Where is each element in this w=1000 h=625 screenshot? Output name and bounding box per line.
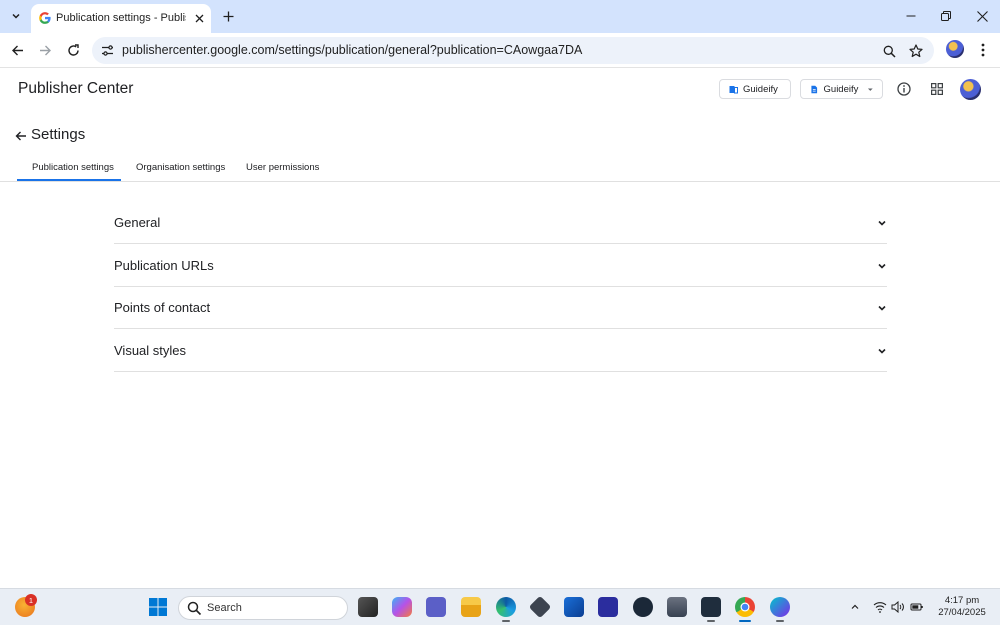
- search-label: Search: [207, 602, 242, 614]
- section-general[interactable]: General: [114, 201, 887, 244]
- search-icon: [187, 601, 202, 616]
- app-hexagon-icon[interactable]: [528, 595, 552, 619]
- account-avatar[interactable]: [960, 79, 981, 100]
- reload-icon[interactable]: [63, 40, 83, 60]
- settings-tabs: Publication settings Organisation settin…: [0, 152, 1000, 182]
- chrome-browser-icon[interactable]: [735, 597, 755, 617]
- running-indicator: [502, 620, 510, 622]
- apps-grid-icon[interactable]: [928, 80, 946, 98]
- copilot-icon[interactable]: [392, 597, 412, 617]
- battery-icon[interactable]: [910, 600, 924, 614]
- section-visual-styles[interactable]: Visual styles: [114, 329, 887, 372]
- canva-icon[interactable]: [770, 597, 790, 617]
- running-indicator: [776, 620, 784, 622]
- show-hidden-icons-chevron-up-icon[interactable]: [848, 600, 862, 614]
- browser-tab-active[interactable]: Publication settings - Publisher Center: [31, 4, 211, 33]
- chevron-down-icon[interactable]: [875, 216, 889, 230]
- chrome-profile-avatar[interactable]: [946, 40, 964, 58]
- active-app-indicator: [739, 620, 751, 622]
- steam-icon[interactable]: [633, 597, 653, 617]
- publication-icon: [729, 85, 738, 93]
- chevron-down-icon[interactable]: [875, 259, 889, 273]
- volume-icon[interactable]: [891, 600, 905, 614]
- chevron-down-icon[interactable]: [875, 344, 889, 358]
- section-label: Publication URLs: [114, 258, 214, 273]
- tab-organisation-settings[interactable]: Organisation settings: [136, 162, 225, 173]
- back-arrow-icon[interactable]: [13, 128, 29, 144]
- url-text: publishercenter.google.com/settings/publ…: [122, 43, 583, 57]
- browser-tab-strip: Publication settings - Publisher Center: [0, 0, 1000, 33]
- section-publication-urls[interactable]: Publication URLs: [114, 244, 887, 287]
- publication-chip-label: Guideify: [743, 83, 778, 95]
- running-indicator: [707, 620, 715, 622]
- section-label: Points of contact: [114, 300, 211, 315]
- publication-switcher-button[interactable]: Guideify: [719, 79, 791, 99]
- document-icon: [811, 85, 818, 93]
- section-points-of-contact[interactable]: Points of contact: [114, 286, 887, 329]
- chevron-down-icon[interactable]: [875, 301, 889, 315]
- app-dark-icon[interactable]: [701, 597, 721, 617]
- page-title: Settings: [31, 126, 86, 143]
- close-tab-icon[interactable]: [191, 10, 207, 26]
- chrome-menu-kebab-icon[interactable]: [975, 40, 991, 60]
- browser-toolbar: publishercenter.google.com/settings/publ…: [0, 33, 1000, 68]
- taskbar-clock[interactable]: 4:17 pm 27/04/2025: [934, 595, 990, 619]
- address-bar[interactable]: publishercenter.google.com/settings/publ…: [92, 37, 934, 64]
- publication-dropdown[interactable]: Guideify: [800, 79, 883, 99]
- notification-badge: 1: [25, 594, 37, 606]
- tab-search-chevron-icon[interactable]: [6, 6, 26, 26]
- tab-publication-settings[interactable]: Publication settings: [32, 162, 114, 173]
- info-icon[interactable]: [895, 80, 913, 98]
- app-title: Publisher Center: [18, 80, 134, 97]
- windows-taskbar: 1 Search 4:17 pm 27/04/2025: [0, 588, 1000, 625]
- microsoft-store-icon[interactable]: [564, 597, 584, 617]
- app-blue-icon[interactable]: [598, 597, 618, 617]
- task-view-icon[interactable]: [358, 597, 378, 617]
- dropdown-caret-icon: [868, 88, 874, 91]
- tab-user-permissions[interactable]: User permissions: [246, 162, 319, 173]
- close-window-icon[interactable]: [972, 6, 992, 26]
- restore-window-icon[interactable]: [936, 6, 956, 26]
- tab-title: Publication settings - Publisher Center: [56, 12, 186, 24]
- wifi-icon[interactable]: [873, 600, 887, 614]
- teams-icon[interactable]: [426, 597, 446, 617]
- clock-date: 27/04/2025: [938, 607, 986, 618]
- publication-dropdown-label: Guideify: [823, 83, 859, 95]
- windows-start-icon[interactable]: [148, 597, 168, 617]
- zoom-magnifier-icon[interactable]: [880, 42, 898, 60]
- new-tab-plus-icon[interactable]: [219, 7, 237, 25]
- section-label: Visual styles: [114, 343, 187, 358]
- taskbar-search-box[interactable]: Search: [178, 596, 348, 620]
- minimize-window-icon[interactable]: [901, 6, 921, 26]
- section-label: General: [114, 215, 161, 230]
- back-arrow-icon[interactable]: [7, 40, 27, 60]
- google-g-icon: [39, 12, 51, 24]
- active-tab-indicator: [17, 179, 121, 181]
- clock-time: 4:17 pm: [944, 595, 980, 606]
- app-gray-icon[interactable]: [667, 597, 687, 617]
- forward-arrow-icon[interactable]: [35, 40, 55, 60]
- bookmark-star-icon[interactable]: [907, 42, 925, 60]
- site-settings-icon[interactable]: [100, 43, 115, 58]
- edge-browser-icon[interactable]: [496, 597, 516, 617]
- file-explorer-icon[interactable]: [461, 597, 481, 617]
